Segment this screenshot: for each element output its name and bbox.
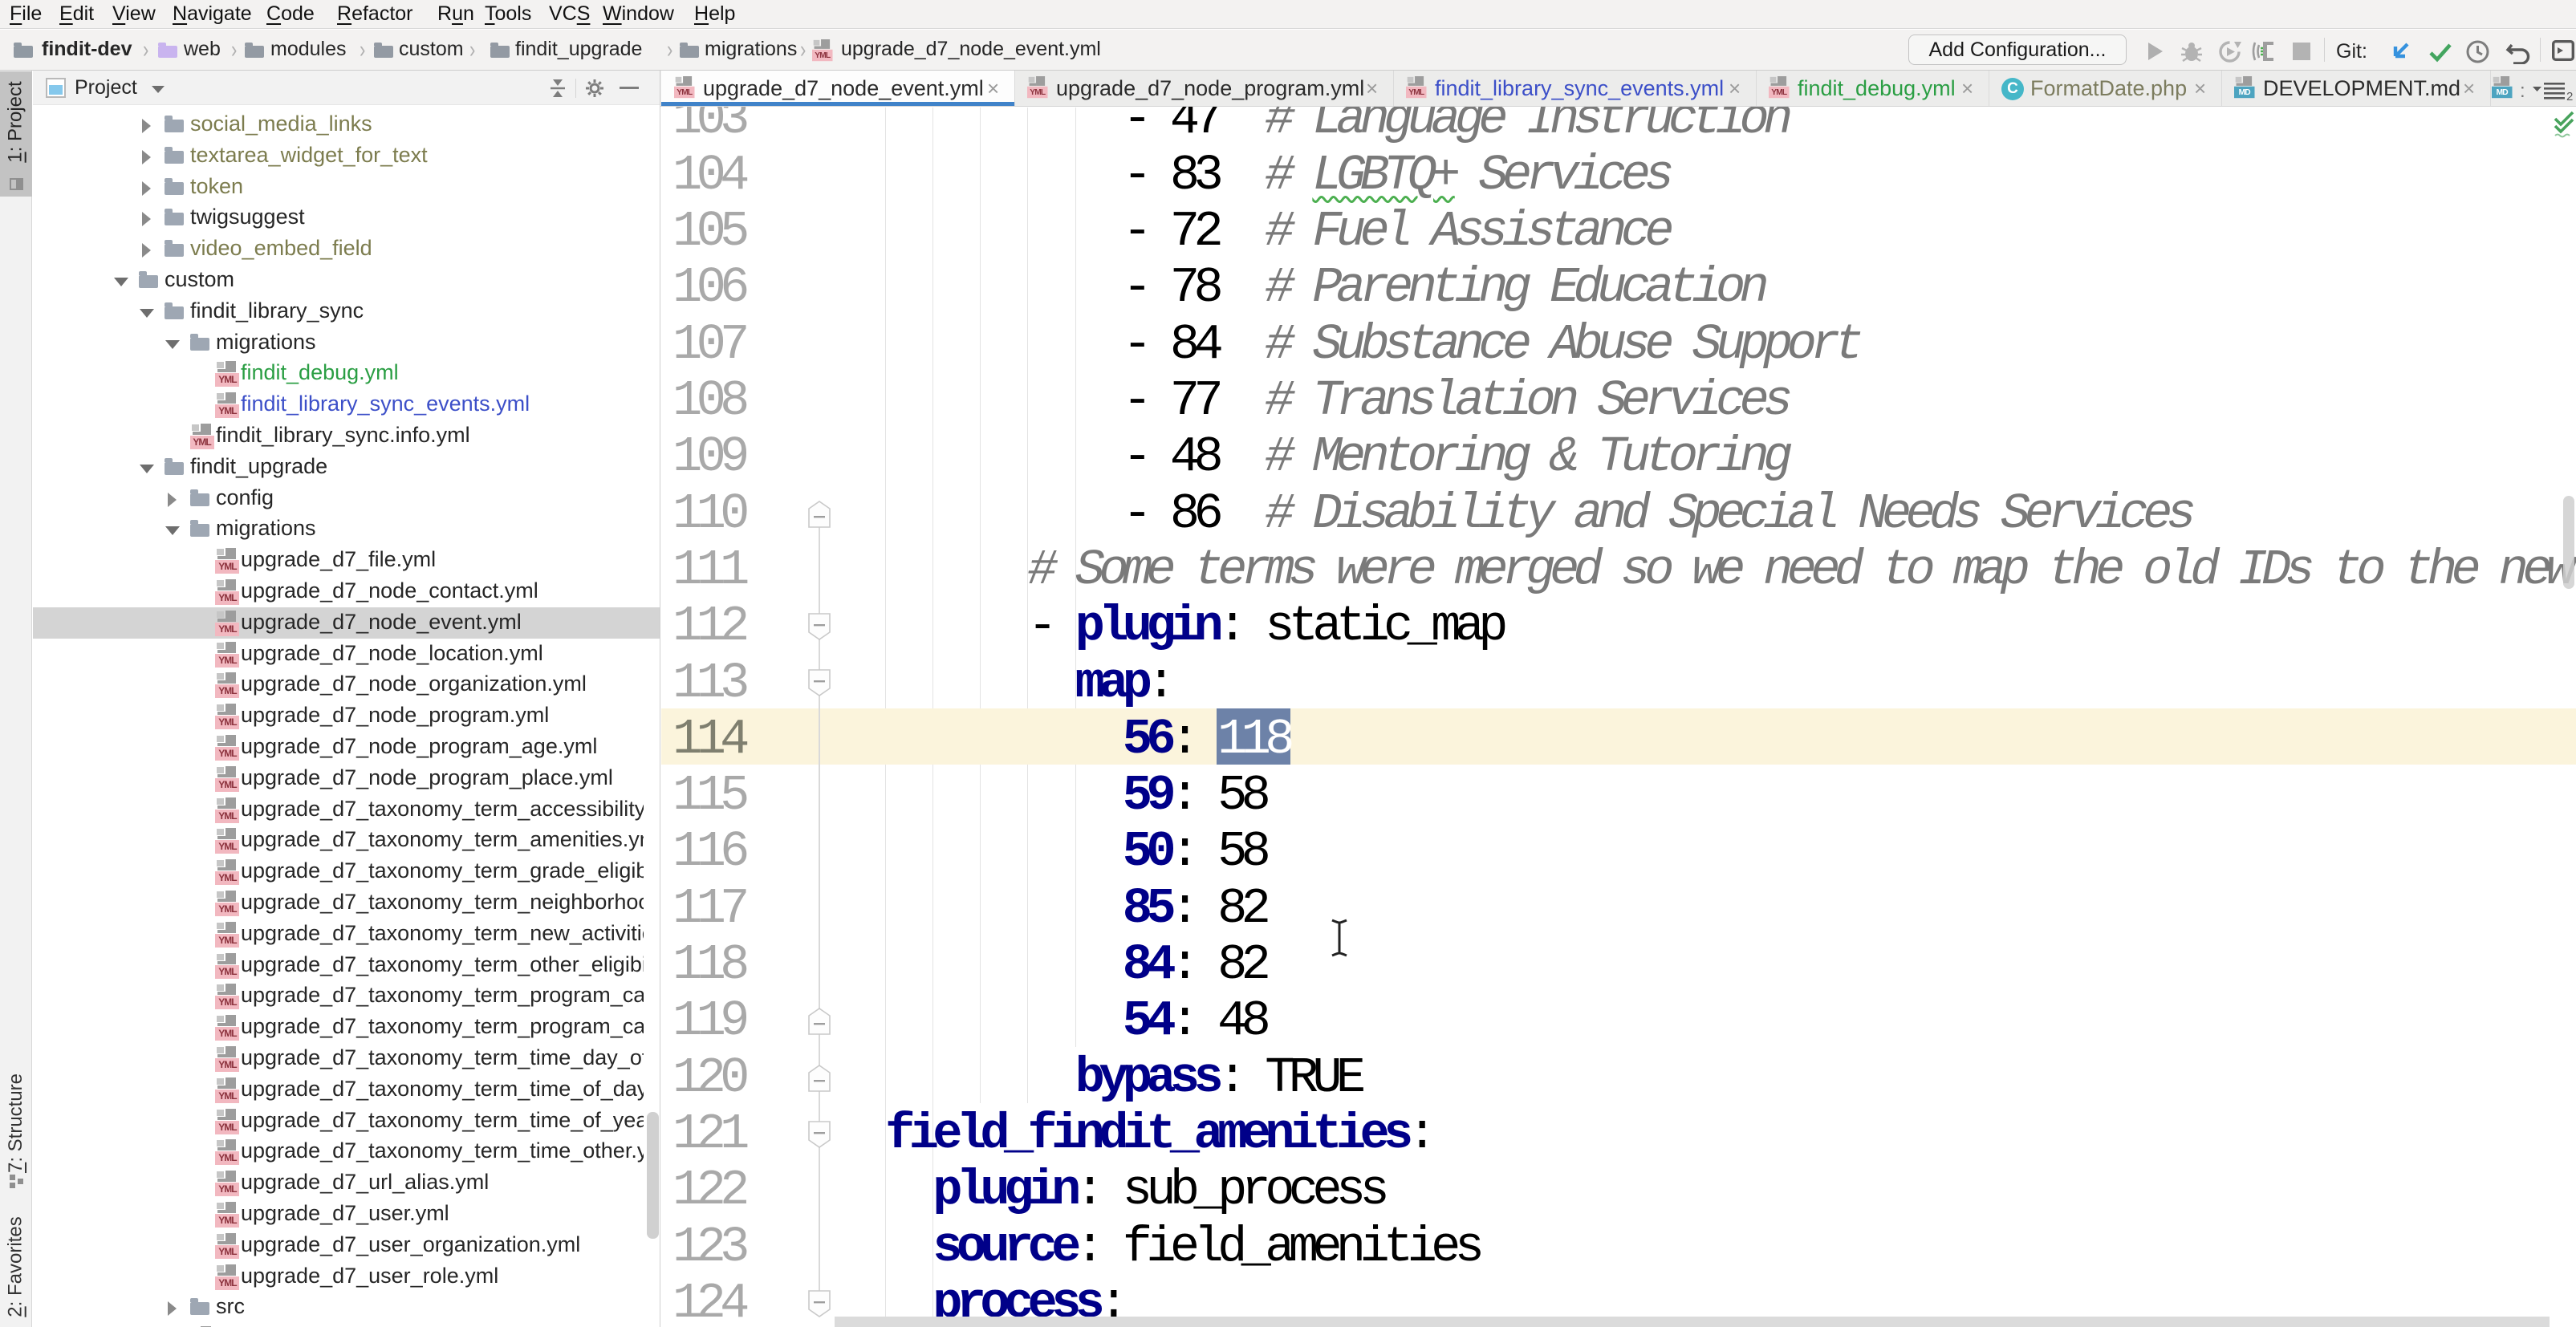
svg-text:2: 2 [2566, 90, 2573, 101]
